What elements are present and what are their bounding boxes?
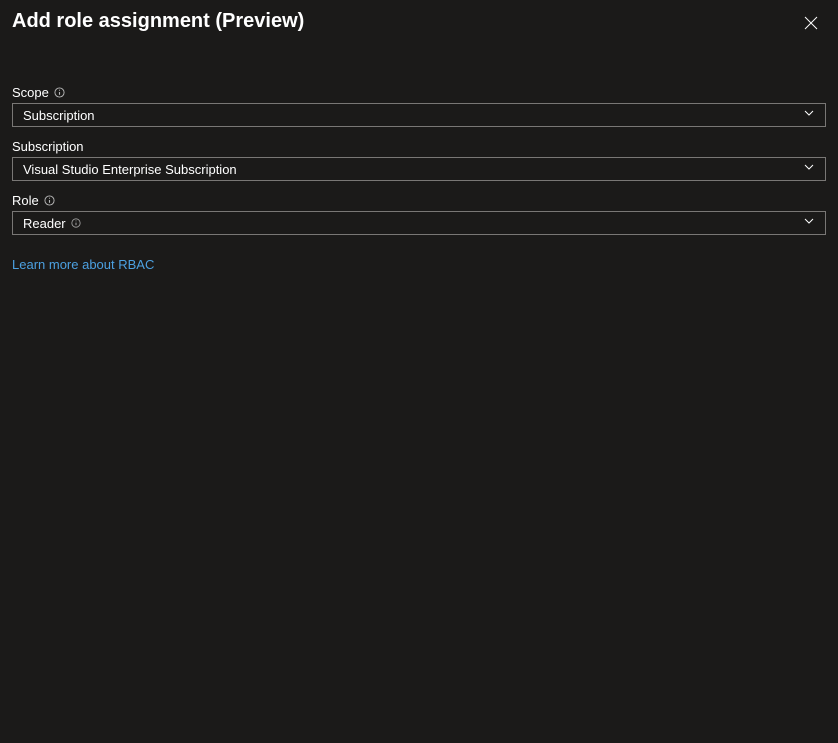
- scope-label: Scope: [12, 85, 49, 100]
- role-dropdown-value: Reader: [23, 216, 81, 231]
- scope-dropdown[interactable]: Subscription: [12, 103, 826, 127]
- subscription-field: Subscription Visual Studio Enterprise Su…: [12, 139, 826, 181]
- panel-header: Add role assignment (Preview): [0, 0, 838, 37]
- role-dropdown-text: Reader: [23, 216, 66, 231]
- close-button[interactable]: [800, 12, 822, 37]
- learn-more-link[interactable]: Learn more about RBAC: [12, 257, 154, 272]
- chevron-down-icon: [803, 106, 815, 124]
- role-dropdown[interactable]: Reader: [12, 211, 826, 235]
- chevron-down-icon: [803, 160, 815, 178]
- panel-content: Scope Subscription Subscription Visua: [0, 37, 838, 274]
- subscription-dropdown-value: Visual Studio Enterprise Subscription: [23, 162, 237, 177]
- scope-dropdown-value: Subscription: [23, 108, 95, 123]
- scope-field: Scope Subscription: [12, 85, 826, 127]
- role-label: Role: [12, 193, 39, 208]
- subscription-dropdown[interactable]: Visual Studio Enterprise Subscription: [12, 157, 826, 181]
- role-label-row: Role: [12, 193, 826, 208]
- info-icon[interactable]: [44, 195, 55, 206]
- subscription-label-row: Subscription: [12, 139, 826, 154]
- close-icon: [804, 16, 818, 33]
- scope-label-row: Scope: [12, 85, 826, 100]
- info-icon: [71, 218, 81, 228]
- panel-title: Add role assignment (Preview): [12, 10, 304, 33]
- role-field: Role Reader: [12, 193, 826, 235]
- info-icon[interactable]: [54, 87, 65, 98]
- subscription-label: Subscription: [12, 139, 84, 154]
- chevron-down-icon: [803, 214, 815, 232]
